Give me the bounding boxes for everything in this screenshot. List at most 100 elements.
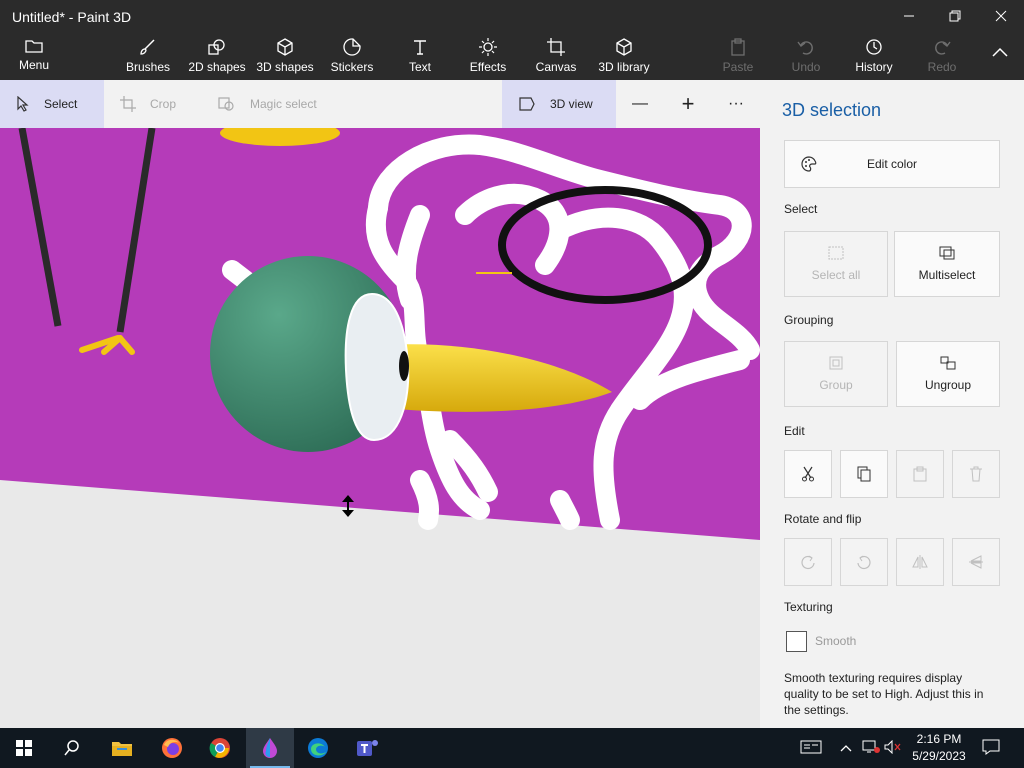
3d-scene[interactable] — [0, 128, 760, 728]
select-all-label: Select all — [811, 268, 861, 282]
copy-button[interactable] — [840, 450, 888, 498]
zoom-out-button[interactable]: — — [628, 80, 652, 128]
clipboard-icon — [731, 38, 745, 56]
3d-view-button[interactable]: 3D view — [502, 80, 616, 128]
group-button[interactable]: Group — [784, 341, 888, 407]
rotate-left-icon — [801, 555, 815, 570]
zoom-out-icon: — — [632, 95, 648, 112]
taskbar-firefox[interactable] — [148, 728, 196, 768]
search-icon — [64, 740, 79, 756]
chrome-icon — [209, 738, 230, 758]
history-label: History — [855, 60, 893, 74]
canvas-area[interactable] — [0, 128, 760, 728]
paste-label: Paste — [722, 60, 754, 74]
magic-select-icon — [218, 97, 234, 111]
start-button[interactable] — [0, 728, 48, 768]
taskbar-edge[interactable] — [294, 728, 342, 768]
volume-muted-icon[interactable] — [884, 739, 902, 757]
multiselect-label: Multiselect — [918, 268, 976, 282]
taskbar-teams[interactable] — [344, 728, 392, 768]
scissors-icon — [802, 466, 814, 482]
clock-time: 2:16 PM — [916, 732, 962, 746]
texturing-section-label: Texturing — [784, 600, 833, 614]
network-icon[interactable] — [862, 740, 880, 757]
tool-canvas[interactable]: Canvas — [532, 38, 580, 78]
taskbar-file-explorer[interactable] — [98, 728, 146, 768]
panel-title: 3D selection — [782, 100, 882, 120]
tool-3d-shapes-label: 3D shapes — [256, 60, 314, 74]
clock[interactable]: 2:16 PM 5/29/2023 — [908, 731, 970, 765]
menu-button[interactable]: Menu — [10, 38, 58, 78]
rotate-right-button[interactable] — [840, 538, 888, 586]
tool-text[interactable]: Text — [400, 38, 440, 78]
restore-button[interactable] — [932, 0, 978, 32]
crop-icon — [120, 96, 136, 112]
magic-select-tool[interactable]: Magic select — [218, 80, 338, 128]
select-tool[interactable]: Select — [0, 80, 104, 128]
tool-stickers[interactable]: Stickers — [326, 38, 378, 78]
tool-3d-library[interactable]: 3D library — [596, 38, 652, 78]
firefox-icon — [162, 738, 182, 758]
close-button[interactable] — [978, 0, 1024, 32]
crop-tool[interactable]: Crop — [120, 80, 200, 128]
taskbar-paint-3d[interactable] — [246, 728, 294, 768]
history-button[interactable]: History — [852, 38, 896, 78]
select-all-button[interactable]: Select all — [784, 231, 888, 297]
paint-3d-icon — [263, 738, 277, 758]
tool-effects-label: Effects — [469, 60, 507, 74]
delete-button[interactable] — [952, 450, 1000, 498]
more-options-button[interactable]: ··· — [724, 80, 748, 128]
task-view-icon[interactable] — [800, 740, 822, 757]
white-eye-shape[interactable] — [344, 292, 410, 442]
tool-3d-shapes[interactable]: 3D shapes — [254, 38, 316, 78]
paste-panel-button[interactable] — [896, 450, 944, 498]
crop-label: Crop — [150, 97, 177, 111]
select-label: Select — [44, 97, 78, 111]
undo-icon — [797, 41, 813, 55]
tool-brushes-label: Brushes — [125, 60, 171, 74]
flip-vertical-button[interactable] — [952, 538, 1000, 586]
ungroup-button[interactable]: Ungroup — [896, 341, 1000, 407]
edit-color-label: Edit color — [866, 157, 918, 171]
tool-effects[interactable]: Effects — [464, 38, 512, 78]
edit-color-button[interactable]: Edit color — [784, 140, 1000, 188]
sun-icon — [479, 38, 497, 56]
selection-toolbar: Select Crop Magic select 3D view — + ··· — [0, 80, 760, 128]
taskbar-chrome[interactable] — [196, 728, 244, 768]
group-icon — [829, 356, 843, 370]
select-all-icon — [828, 246, 844, 260]
zoom-in-button[interactable]: + — [676, 80, 700, 128]
smooth-label: Smooth — [815, 634, 857, 648]
folder-icon — [25, 40, 43, 53]
grouping-section-label: Grouping — [784, 313, 834, 327]
tool-brushes[interactable]: Brushes — [120, 38, 176, 78]
notifications-icon[interactable] — [982, 739, 1000, 758]
paste-icon — [913, 466, 927, 482]
chevron-up-tray-icon[interactable] — [840, 742, 852, 756]
undo-label: Undo — [791, 60, 821, 74]
redo-label: Redo — [927, 60, 957, 74]
multiselect-button[interactable]: Multiselect — [894, 231, 1000, 297]
edge-icon — [308, 738, 328, 758]
paste-button[interactable]: Paste — [718, 38, 758, 78]
flip-horizontal-button[interactable] — [896, 538, 944, 586]
flip-horizontal-icon — [912, 555, 928, 569]
redo-icon — [935, 41, 951, 55]
undo-button[interactable]: Undo — [786, 38, 826, 78]
tool-2d-shapes[interactable]: 2D shapes — [186, 38, 248, 78]
tool-2d-shapes-label: 2D shapes — [188, 60, 246, 74]
tool-canvas-label: Canvas — [535, 60, 577, 74]
redo-button[interactable]: Redo — [922, 38, 962, 78]
chevron-up-icon — [992, 47, 1008, 57]
tool-text-label: Text — [408, 60, 431, 74]
history-icon — [866, 39, 882, 55]
canvas-crop-icon — [547, 38, 565, 56]
eye-pupil — [399, 351, 409, 381]
rotate-left-button[interactable] — [784, 538, 832, 586]
smooth-checkbox[interactable] — [786, 631, 807, 652]
minimize-button[interactable] — [886, 0, 932, 32]
cursor-arrow-icon — [17, 96, 29, 112]
search-button[interactable] — [48, 728, 96, 768]
sticker-icon — [343, 38, 361, 56]
cut-button[interactable] — [784, 450, 832, 498]
